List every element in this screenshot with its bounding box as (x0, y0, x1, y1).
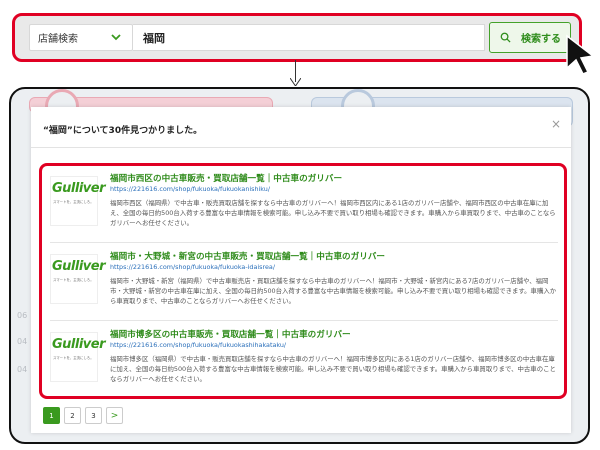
chevron-down-icon (111, 34, 121, 41)
result-description: 福岡市西区（福岡県）で中古車・販売買取店舗を探すなら中古車のガリバーへ！福岡市西… (110, 199, 556, 227)
result-url: https://221616.com/shop/fukuoka/fukuokas… (110, 341, 287, 349)
search-query: 福岡 (143, 31, 165, 45)
results-count-title: “福岡”について30件見つかりました。 (43, 126, 203, 136)
search-input[interactable]: 福岡 (133, 24, 485, 51)
page-button-1[interactable]: 1 (43, 407, 60, 424)
result-description: 福岡市博多区（福岡県）で中古車・販売買取店舗を探すなら中古車のガリバーへ！福岡市… (110, 355, 556, 383)
background-label: 04 (17, 365, 28, 374)
divider (31, 147, 571, 148)
page-button-3[interactable]: 3 (85, 407, 102, 424)
close-icon[interactable]: × (551, 117, 561, 131)
result-url: https://221616.com/shop/fukuoka/fukuokan… (110, 185, 271, 193)
next-page-button[interactable]: > (106, 407, 123, 424)
results-modal: “福岡”について30件見つかりました。 × Gulliver スマートを、主流に… (31, 107, 571, 433)
search-button-label: 検索する (521, 34, 561, 45)
result-item[interactable]: Gulliver スマートを、主流にしろ。 福岡市・大野城・新宮の中古車販売・買… (50, 242, 558, 316)
result-thumbnail[interactable]: Gulliver スマートを、主流にしろ。 (50, 332, 106, 382)
logo-tagline: スマートを、主流にしろ。 (53, 200, 94, 204)
result-thumbnail[interactable]: Gulliver スマートを、主流にしろ。 (50, 176, 106, 226)
result-description: 福岡市・大野城・新宮（福岡県）で中古車販売店・買取店舗を探すなら中古車のガリバー… (110, 277, 557, 305)
logo-tagline: スマートを、主流にしろ。 (53, 278, 94, 282)
pagination: 1 2 3 > (43, 407, 123, 424)
background-label: 06 (17, 311, 28, 320)
result-title-link[interactable]: 福岡市博多区の中古車販売・買取店舗一覧｜中古車のガリバー (110, 328, 351, 340)
arrow-down-icon (290, 78, 301, 86)
results-view-frame: 06 04 04 “福岡”について30件見つかりました。 × Gulliver … (9, 87, 590, 444)
result-item[interactable]: Gulliver スマートを、主流にしろ。 福岡市西区の中古車販売・買取店舗一覧… (50, 172, 558, 238)
logo-tagline: スマートを、主流にしろ。 (53, 356, 94, 360)
search-bar-highlight: 店舗検索 福岡 検索する (12, 13, 582, 62)
background-label: 04 (17, 337, 28, 346)
search-button[interactable]: 検索する (489, 22, 571, 53)
result-url: https://221616.com/shop/fukuoka/fukuoka-… (110, 263, 275, 271)
result-item[interactable]: Gulliver スマートを、主流にしろ。 福岡市博多区の中古車販売・買取店舗一… (50, 320, 558, 394)
gulliver-logo: Gulliver (52, 259, 106, 274)
search-icon (500, 32, 511, 43)
mouse-cursor-icon (566, 34, 595, 75)
category-select-label: 店舗検索 (38, 34, 78, 45)
result-title-link[interactable]: 福岡市西区の中古車販売・買取店舗一覧｜中古車のガリバー (110, 172, 342, 184)
category-select[interactable]: 店舗検索 (29, 24, 133, 51)
results-list-highlight: Gulliver スマートを、主流にしろ。 福岡市西区の中古車販売・買取店舗一覧… (39, 163, 567, 399)
page-button-2[interactable]: 2 (64, 407, 81, 424)
result-title-link[interactable]: 福岡市・大野城・新宮の中古車販売・買取店舗一覧｜中古車のガリバー (110, 250, 385, 262)
result-thumbnail[interactable]: Gulliver スマートを、主流にしろ。 (50, 254, 106, 304)
gulliver-logo: Gulliver (52, 337, 106, 352)
gulliver-logo: Gulliver (52, 181, 106, 196)
